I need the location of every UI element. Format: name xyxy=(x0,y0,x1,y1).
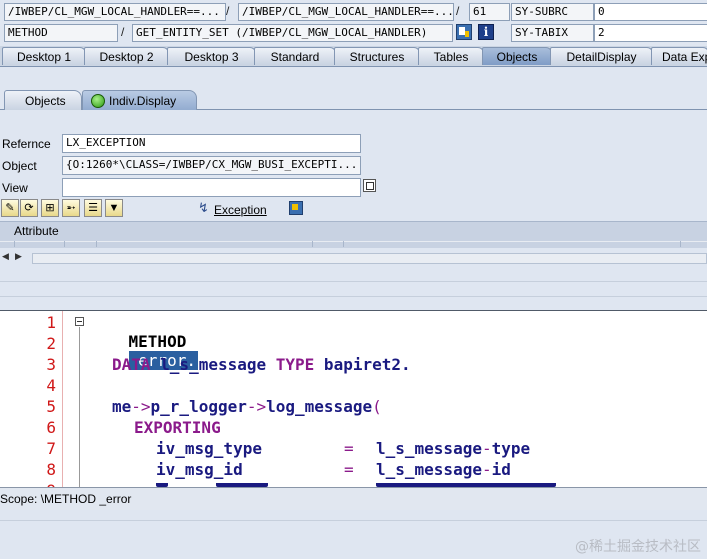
horizontal-scrollbar[interactable]: ◀ ▶ xyxy=(0,251,707,267)
event-type-field[interactable]: METHOD xyxy=(4,24,118,42)
scope-bar: Scope: \METHOD _error xyxy=(0,487,707,510)
attribute-table: Attribute xyxy=(0,221,707,248)
divider xyxy=(0,296,707,297)
program-field-1[interactable]: /IWBEP/CL_MGW_LOCAL_HANDLER==... xyxy=(4,3,226,21)
info-icon[interactable]: i xyxy=(478,24,494,40)
subtab-indiv-label: Indiv.Display xyxy=(109,94,177,108)
view-label: View xyxy=(2,181,28,195)
line-number: 8 xyxy=(46,460,56,479)
tab-objects[interactable]: Objects xyxy=(482,47,552,65)
sy-variable-field-2[interactable]: SY-TABIX xyxy=(511,24,594,42)
subtab-objects-label: Objects xyxy=(25,94,66,108)
attribute-ref: p_r_logger xyxy=(150,397,247,416)
line-number: 5 xyxy=(46,397,56,416)
subtab-objects[interactable]: Objects xyxy=(4,90,82,110)
type-name: bapiret2. xyxy=(314,355,411,374)
scrollbar-track[interactable] xyxy=(32,253,707,264)
sy-value-field-2[interactable]: 2 xyxy=(594,24,707,42)
tab-desktop-3[interactable]: Desktop 3 xyxy=(167,47,256,65)
code-line-6: EXPORTING xyxy=(134,418,221,437)
program-field-2[interactable]: /IWBEP/CL_MGW_LOCAL_HANDLER==... xyxy=(238,3,454,21)
green-status-icon xyxy=(91,94,105,108)
line-number: 4 xyxy=(46,376,56,395)
reference-label: Refernce xyxy=(2,137,51,151)
line-number: 2 xyxy=(46,334,56,353)
exception-icon: ↯ xyxy=(198,200,209,215)
code-line-5: me->p_r_logger->log_message( xyxy=(112,397,382,416)
fold-guide-line xyxy=(79,327,80,488)
line-number: 3 xyxy=(46,355,56,374)
event-field[interactable]: GET_ENTITY_SET (/IWBEP/CL_MGW_LOCAL_HAND… xyxy=(132,24,453,42)
keyword-method: METHOD xyxy=(128,332,187,351)
param-value: l_s_message-id xyxy=(376,460,511,479)
object-label: Object xyxy=(2,159,37,173)
code-line-3: DATA l_s_message TYPE bapiret2. xyxy=(112,355,411,374)
tab-standard[interactable]: Standard xyxy=(254,47,336,65)
view-expand-icon[interactable] xyxy=(363,179,376,192)
watermark: @稀土掘金技术社区 xyxy=(575,539,701,555)
line-number-field[interactable]: 61 xyxy=(469,3,510,21)
refresh-tool-icon[interactable]: ⟳ xyxy=(20,199,38,217)
separator: / xyxy=(121,25,125,39)
separator: / xyxy=(456,4,460,18)
sy-value-field-1[interactable]: 0 xyxy=(594,3,707,21)
object-ref: me xyxy=(112,397,132,416)
tab-desktop-1[interactable]: Desktop 1 xyxy=(2,47,86,65)
variable-name: l_s_message xyxy=(150,355,276,374)
code-line-7: iv_msg_type = l_s_message-type xyxy=(156,439,530,458)
scroll-left-icon[interactable]: ◀ xyxy=(2,251,9,262)
fold-collapse-icon[interactable] xyxy=(75,317,84,326)
keyword-data: DATA xyxy=(112,355,151,374)
line-number: 6 xyxy=(46,418,56,437)
line-number-gutter: 1 2 3 4 5 6 7 8 9 xyxy=(0,311,63,488)
divider xyxy=(0,281,707,282)
divider xyxy=(0,520,707,521)
tab-desktop-2[interactable]: Desktop 2 xyxy=(84,47,169,65)
pin-tool-icon[interactable]: ➵ xyxy=(62,199,80,217)
reference-input[interactable]: LX_EXCEPTION xyxy=(62,134,361,153)
main-tab-bar: Desktop 1 Desktop 2 Desktop 3 Standard S… xyxy=(0,46,707,67)
view-input[interactable] xyxy=(62,178,361,197)
param-name: iv_msg_type xyxy=(156,439,262,458)
exception-link[interactable]: Exception xyxy=(214,203,267,217)
param-value: l_s_message-type xyxy=(376,439,531,458)
method-call: log_message xyxy=(266,397,373,416)
tab-data-explorer[interactable]: Data Exp xyxy=(651,47,707,65)
sy-variable-field-1[interactable]: SY-SUBRC xyxy=(511,3,594,21)
equals-operator: = xyxy=(344,439,354,458)
paren: ( xyxy=(372,397,382,416)
param-name: iv_msg_id xyxy=(156,460,243,479)
attribute-column-header: Attribute xyxy=(14,224,59,238)
exception-detail-icon[interactable] xyxy=(289,201,303,215)
source-code-editor[interactable]: 1 2 3 4 5 6 7 8 9 METHOD error. DATA l_s… xyxy=(0,310,707,488)
equals-operator: = xyxy=(344,460,354,479)
filter-tool-icon[interactable]: ▼ xyxy=(105,199,123,217)
operator: -> xyxy=(131,397,151,416)
hierarchy-tool-icon[interactable]: ⊞ xyxy=(41,199,59,217)
tree-tool-icon[interactable]: ☰ xyxy=(84,199,102,217)
code-line-8: iv_msg_id = l_s_message-id xyxy=(156,460,511,479)
tab-tables[interactable]: Tables xyxy=(418,47,484,65)
scroll-right-icon[interactable]: ▶ xyxy=(15,251,22,262)
line-number: 7 xyxy=(46,439,56,458)
object-field[interactable]: {O:1260*\CLASS=/IWBEP/CX_MGW_BUSI_EXCEPT… xyxy=(62,156,361,175)
code-line-1: METHOD error. xyxy=(90,313,198,389)
pencil-tool-icon[interactable]: ✎ xyxy=(1,199,19,217)
line-number: 1 xyxy=(46,313,56,332)
separator: / xyxy=(226,4,230,18)
display-source-icon[interactable] xyxy=(456,24,472,40)
scope-text: Scope: \METHOD _error xyxy=(0,492,132,506)
subtab-indiv-display[interactable]: Indiv.Display xyxy=(82,90,197,110)
tab-structures[interactable]: Structures xyxy=(334,47,420,65)
keyword-type: TYPE xyxy=(275,355,315,374)
tab-detaildisplay[interactable]: DetailDisplay xyxy=(550,47,653,65)
operator: -> xyxy=(246,397,267,416)
